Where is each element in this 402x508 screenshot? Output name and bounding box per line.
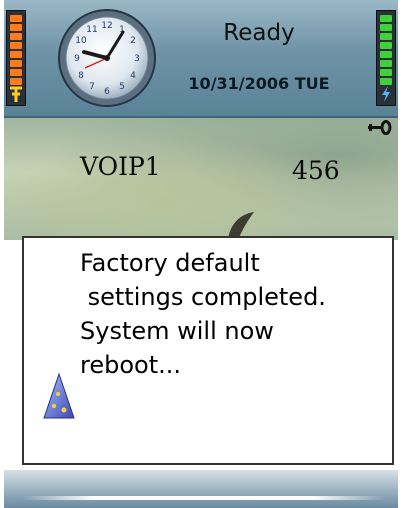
battery-bar	[380, 69, 392, 76]
signal-bar	[10, 60, 22, 67]
svg-text:9: 9	[74, 54, 80, 64]
popup-message-line: reboot...	[80, 351, 182, 379]
signal-strength-meter	[6, 10, 26, 106]
analog-clock-icon: 12 1 2 3 4 5 6 7 8 9 10 11	[58, 9, 156, 107]
charging-bolt-icon	[378, 85, 394, 103]
svg-text:8: 8	[78, 71, 84, 81]
battery-bar	[380, 24, 392, 31]
svg-text:11: 11	[86, 25, 97, 35]
battery-bar	[380, 33, 392, 40]
softkey-highlight	[22, 496, 384, 500]
status-text: Ready	[223, 20, 295, 46]
svg-text:5: 5	[119, 82, 125, 92]
svg-text:2: 2	[130, 36, 136, 46]
signal-bar	[10, 51, 22, 58]
battery-bar	[380, 51, 392, 58]
popup-message-line: Factory default	[80, 249, 260, 277]
status-bar: 12 1 2 3 4 5 6 7 8 9 10 11 Ready 10/31/2…	[4, 0, 398, 118]
popup-message-line: System will now	[80, 317, 274, 345]
svg-text:7: 7	[89, 82, 95, 92]
battery-bar	[380, 42, 392, 49]
signal-bar	[10, 69, 22, 76]
signal-bar	[10, 42, 22, 49]
key-lock-icon	[368, 120, 392, 135]
signal-bar	[10, 33, 22, 40]
reboot-notice-dialog: Factory default settings completed. Syst…	[22, 236, 394, 465]
idle-wallpaper: VOIP1 456	[4, 118, 398, 240]
battery-bar	[380, 60, 392, 67]
extension-number: 456	[292, 156, 340, 185]
battery-bar	[380, 15, 392, 22]
battery-bar	[380, 78, 392, 85]
date-text: 10/31/2006 TUE	[188, 74, 330, 93]
svg-text:6: 6	[104, 87, 110, 97]
line-name: VOIP1	[80, 152, 161, 181]
battery-meter	[376, 10, 396, 106]
phone-screen: 12 1 2 3 4 5 6 7 8 9 10 11 Ready 10/31/2…	[0, 0, 402, 508]
wizard-hat-icon	[43, 372, 75, 419]
antenna-icon	[8, 85, 24, 103]
svg-text:3: 3	[134, 54, 140, 64]
svg-text:10: 10	[75, 36, 87, 46]
signal-bar	[10, 78, 22, 85]
softkey-bar	[4, 470, 398, 508]
svg-text:4: 4	[130, 71, 136, 81]
popup-message-line: settings completed.	[80, 283, 326, 311]
signal-bar	[10, 15, 22, 22]
signal-bar	[10, 24, 22, 31]
popup-message: Factory default settings completed. Syst…	[80, 246, 380, 382]
svg-text:12: 12	[101, 21, 112, 31]
